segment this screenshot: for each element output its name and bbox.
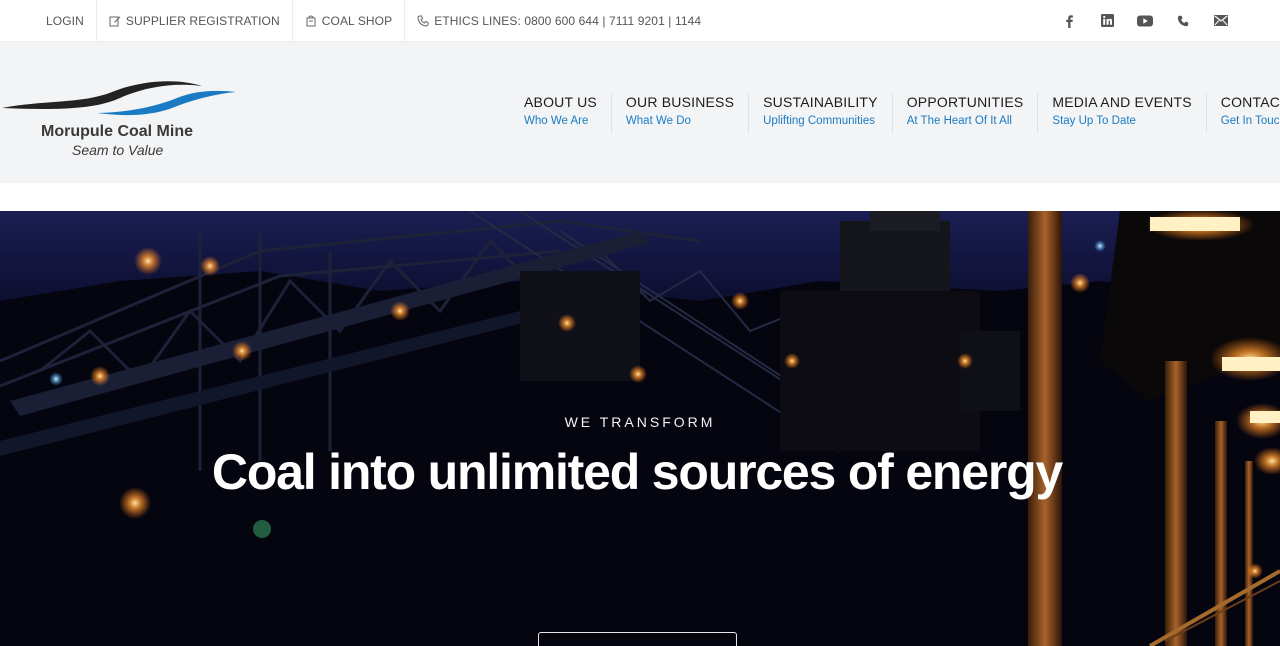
linkedin-link[interactable] (1088, 0, 1126, 42)
nav-sublabel: At The Heart Of It All (906, 115, 1012, 127)
logo-waves (2, 81, 236, 116)
youtube-link[interactable] (1126, 0, 1164, 42)
nav-item-contact-us[interactable]: CONTACT US Get In Touch (1207, 93, 1280, 133)
coal-shop-link[interactable]: COAL SHOP (293, 0, 406, 42)
email-link[interactable] (1202, 0, 1240, 42)
nav-sublabel: Get In Touch (1220, 115, 1280, 127)
phone-icon (1177, 15, 1189, 26)
login-link[interactable]: LOGIN (30, 0, 97, 42)
nav-item-media-and-events[interactable]: MEDIA AND EVENTS Stay Up To Date (1038, 93, 1207, 133)
hero-title: Coal into unlimited sources of energy (211, 444, 1063, 500)
hero-banner: WE TRANSFORM Coal into unlimited sources… (0, 211, 1280, 646)
nav-item-opportunities[interactable]: OPPORTUNITIES At The Heart Of It All (893, 93, 1039, 133)
ethics-lines-link[interactable]: ETHICS LINES: 0800 600 644 | 7111 9201 |… (405, 0, 713, 42)
nav-label: MEDIA AND EVENTS (1052, 94, 1192, 110)
hero-kicker: WE TRANSFORM (564, 414, 716, 430)
phone-icon (417, 15, 429, 27)
supplier-registration-link[interactable]: SUPPLIER REGISTRATION (97, 0, 293, 42)
login-label: LOGIN (46, 13, 84, 28)
nav-sublabel: What We Do (625, 115, 691, 127)
linkedin-icon (1100, 14, 1114, 27)
logo-title: Morupule Coal Mine (41, 123, 193, 140)
supplier-registration-label: SUPPLIER REGISTRATION (125, 13, 280, 28)
nav-label: CONTACT US (1220, 94, 1280, 110)
email-icon (1214, 15, 1228, 26)
nav-item-sustainability[interactable]: SUSTAINABILITY Uplifting Communities (749, 93, 893, 133)
top-utility-bar: LOGIN SUPPLIER REGISTRATION COAL SHOP ET… (0, 0, 1280, 42)
nav-sublabel: Uplifting Communities (763, 115, 875, 127)
youtube-icon (1137, 15, 1153, 26)
utility-links: LOGIN SUPPLIER REGISTRATION COAL SHOP ET… (0, 0, 713, 42)
nav-sublabel: Who We Are (524, 115, 589, 127)
logo-tagline: Seam to Value (72, 142, 164, 158)
nav-item-about-us[interactable]: ABOUT US Who We Are (510, 93, 612, 133)
nav-label: OUR BUSINESS (625, 94, 735, 110)
hero-cta-button[interactable] (538, 632, 737, 646)
nav-label: SUSTAINABILITY (763, 94, 878, 110)
phone-link[interactable] (1164, 0, 1202, 42)
nav-label: OPPORTUNITIES (906, 94, 1024, 110)
edit-icon (109, 15, 121, 27)
nav-item-our-business[interactable]: OUR BUSINESS What We Do (612, 93, 750, 133)
bag-icon (305, 15, 317, 27)
facebook-link[interactable] (1050, 0, 1088, 42)
site-header: Morupule Coal Mine Seam to Value ABOUT U… (0, 42, 1280, 183)
coal-shop-label: COAL SHOP (321, 13, 393, 28)
main-navigation: ABOUT US Who We Are OUR BUSINESS What We… (510, 93, 1280, 133)
nav-label: ABOUT US (524, 94, 597, 110)
social-links (1050, 0, 1280, 42)
facebook-icon (1066, 14, 1073, 28)
ethics-lines-label: ETHICS LINES: 0800 600 644 | 7111 9201 |… (434, 13, 702, 28)
nav-sublabel: Stay Up To Date (1052, 115, 1136, 127)
